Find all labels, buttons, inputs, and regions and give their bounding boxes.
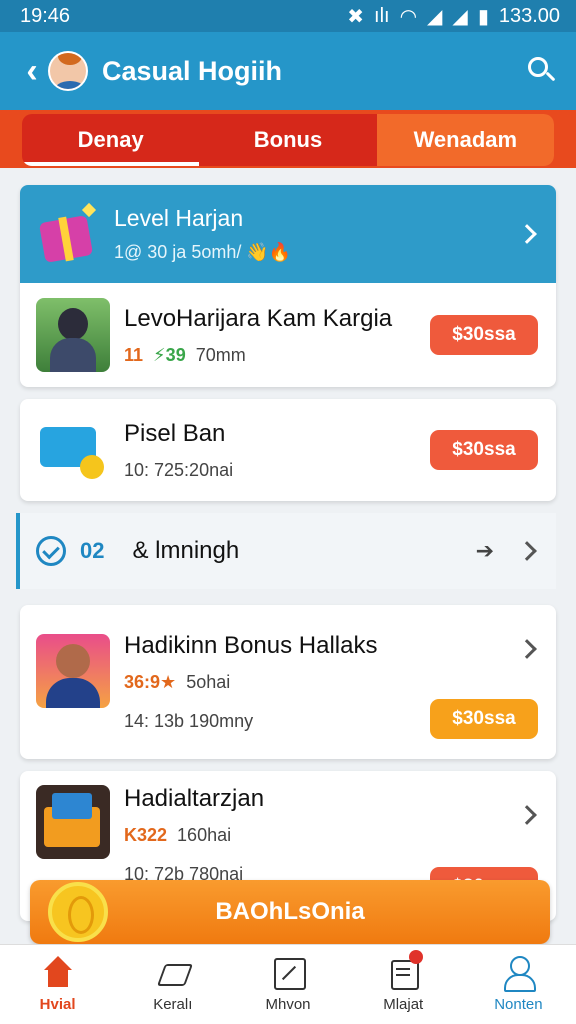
mute-icon: ✖ <box>347 5 365 28</box>
chevron-right-icon <box>517 541 537 561</box>
bottom-nav: Hvial Keralı Mhvon Mlajat Nonten <box>0 944 576 1024</box>
item-meta: 36:9★ 5ohai <box>124 672 231 692</box>
section-label: & lmningh <box>132 537 240 564</box>
nav-chart[interactable]: Mhvon <box>230 945 345 1024</box>
section-header[interactable]: 02 & lmningh ➔ <box>16 513 556 589</box>
signal-icon: ◢ <box>427 5 443 28</box>
featured-card[interactable]: Level Harjan 1@ 30 ja 5omh/ 👋🔥 LevoHarij… <box>20 185 556 387</box>
item-thumbnail <box>36 634 110 708</box>
app-bar: ‹ Casual Hogiih <box>0 32 576 110</box>
send-icon <box>155 956 191 990</box>
signal-icon: ◢ <box>452 5 468 28</box>
chart-icon <box>270 956 306 990</box>
bonus-cta-button[interactable]: BAOhLsOnia <box>30 880 550 944</box>
battery-level: 133.00 <box>498 4 560 27</box>
gift-box-icon <box>36 202 97 263</box>
user-icon <box>500 956 537 992</box>
nav-label: Mhvon <box>265 996 311 1013</box>
item-thumbnail <box>36 413 110 487</box>
chevron-right-icon <box>517 224 537 244</box>
featured-subtitle: 1@ 30 ja 5omh/ 👋🔥 <box>114 242 292 262</box>
featured-header[interactable]: Level Harjan 1@ 30 ja 5omh/ 👋🔥 <box>20 185 556 283</box>
nav-profile[interactable]: Nonten <box>461 945 576 1024</box>
home-icon <box>40 956 76 990</box>
featured-title: Level Harjan <box>114 205 244 231</box>
nav-send[interactable]: Keralı <box>115 945 230 1024</box>
item-thumbnail <box>36 298 110 372</box>
nav-label: Hvial <box>39 996 76 1013</box>
page-title: Casual Hogiih <box>102 55 283 86</box>
battery-icon: ▮ <box>477 5 489 28</box>
document-icon <box>385 950 424 990</box>
tab-wenadam[interactable]: Wenadam <box>376 114 554 166</box>
nav-home[interactable]: Hvial <box>0 945 115 1024</box>
nav-document[interactable]: Mlajat <box>346 945 461 1024</box>
tab-denay[interactable]: Denay <box>22 114 200 166</box>
price-button[interactable]: $30ssa <box>430 699 538 739</box>
list-card[interactable]: Pisel Ban 10: 725:20nai $30ssa <box>20 399 556 501</box>
price-button[interactable]: $30ssa <box>430 315 538 355</box>
chevron-left-icon: ‹ <box>26 51 38 90</box>
search-button[interactable] <box>524 53 560 89</box>
cta-label: BAOhLsOnia <box>215 898 365 925</box>
status-bar: 19:46 ✖ ılı ◠ ◢ ◢ ▮ 133.00 <box>0 0 576 32</box>
vibrate-icon: ılı <box>374 4 390 27</box>
list-item[interactable]: Hadikinn Bonus Hallaks 36:9★ 5ohai 14: 1… <box>20 605 556 759</box>
nav-label: Mlajat <box>383 996 424 1013</box>
item-title: Hadikinn Bonus Hallaks <box>124 632 378 659</box>
status-icons: ✖ ılı ◠ ◢ ◢ ▮ 133.00 <box>347 4 560 29</box>
list-item[interactable]: LevoHarijara Kam Kargia 11 ⚡39 70mm $30s… <box>20 283 556 387</box>
wifi-icon: ◠ <box>399 5 418 28</box>
section-count: 02 <box>80 538 105 563</box>
item-thumbnail <box>36 785 110 859</box>
coin-icon <box>48 882 108 942</box>
notification-badge <box>409 950 424 964</box>
list-card[interactable]: Hadikinn Bonus Hallaks 36:9★ 5ohai 14: 1… <box>20 605 556 759</box>
check-circle-icon <box>36 536 66 566</box>
back-button[interactable]: ‹ <box>20 51 44 90</box>
price-button[interactable]: $30ssa <box>430 430 538 470</box>
avatar[interactable] <box>48 51 88 91</box>
tab-bonus[interactable]: Bonus <box>199 114 376 166</box>
status-time: 19:46 <box>20 4 71 27</box>
content-list: Level Harjan 1@ 30 ja 5omh/ 👋🔥 LevoHarij… <box>16 185 556 921</box>
nav-label: Keralı <box>153 996 193 1013</box>
arrow-right-icon: ➔ <box>475 538 494 563</box>
tabs: Denay Bonus Wenadam <box>22 114 554 166</box>
item-title: Hadialtarzjan <box>124 785 265 812</box>
list-item[interactable]: Pisel Ban 10: 725:20nai $30ssa <box>20 399 556 501</box>
item-meta: K322 160hai <box>124 825 232 845</box>
tab-strip: Denay Bonus Wenadam <box>0 110 576 168</box>
nav-label: Nonten <box>494 996 543 1013</box>
